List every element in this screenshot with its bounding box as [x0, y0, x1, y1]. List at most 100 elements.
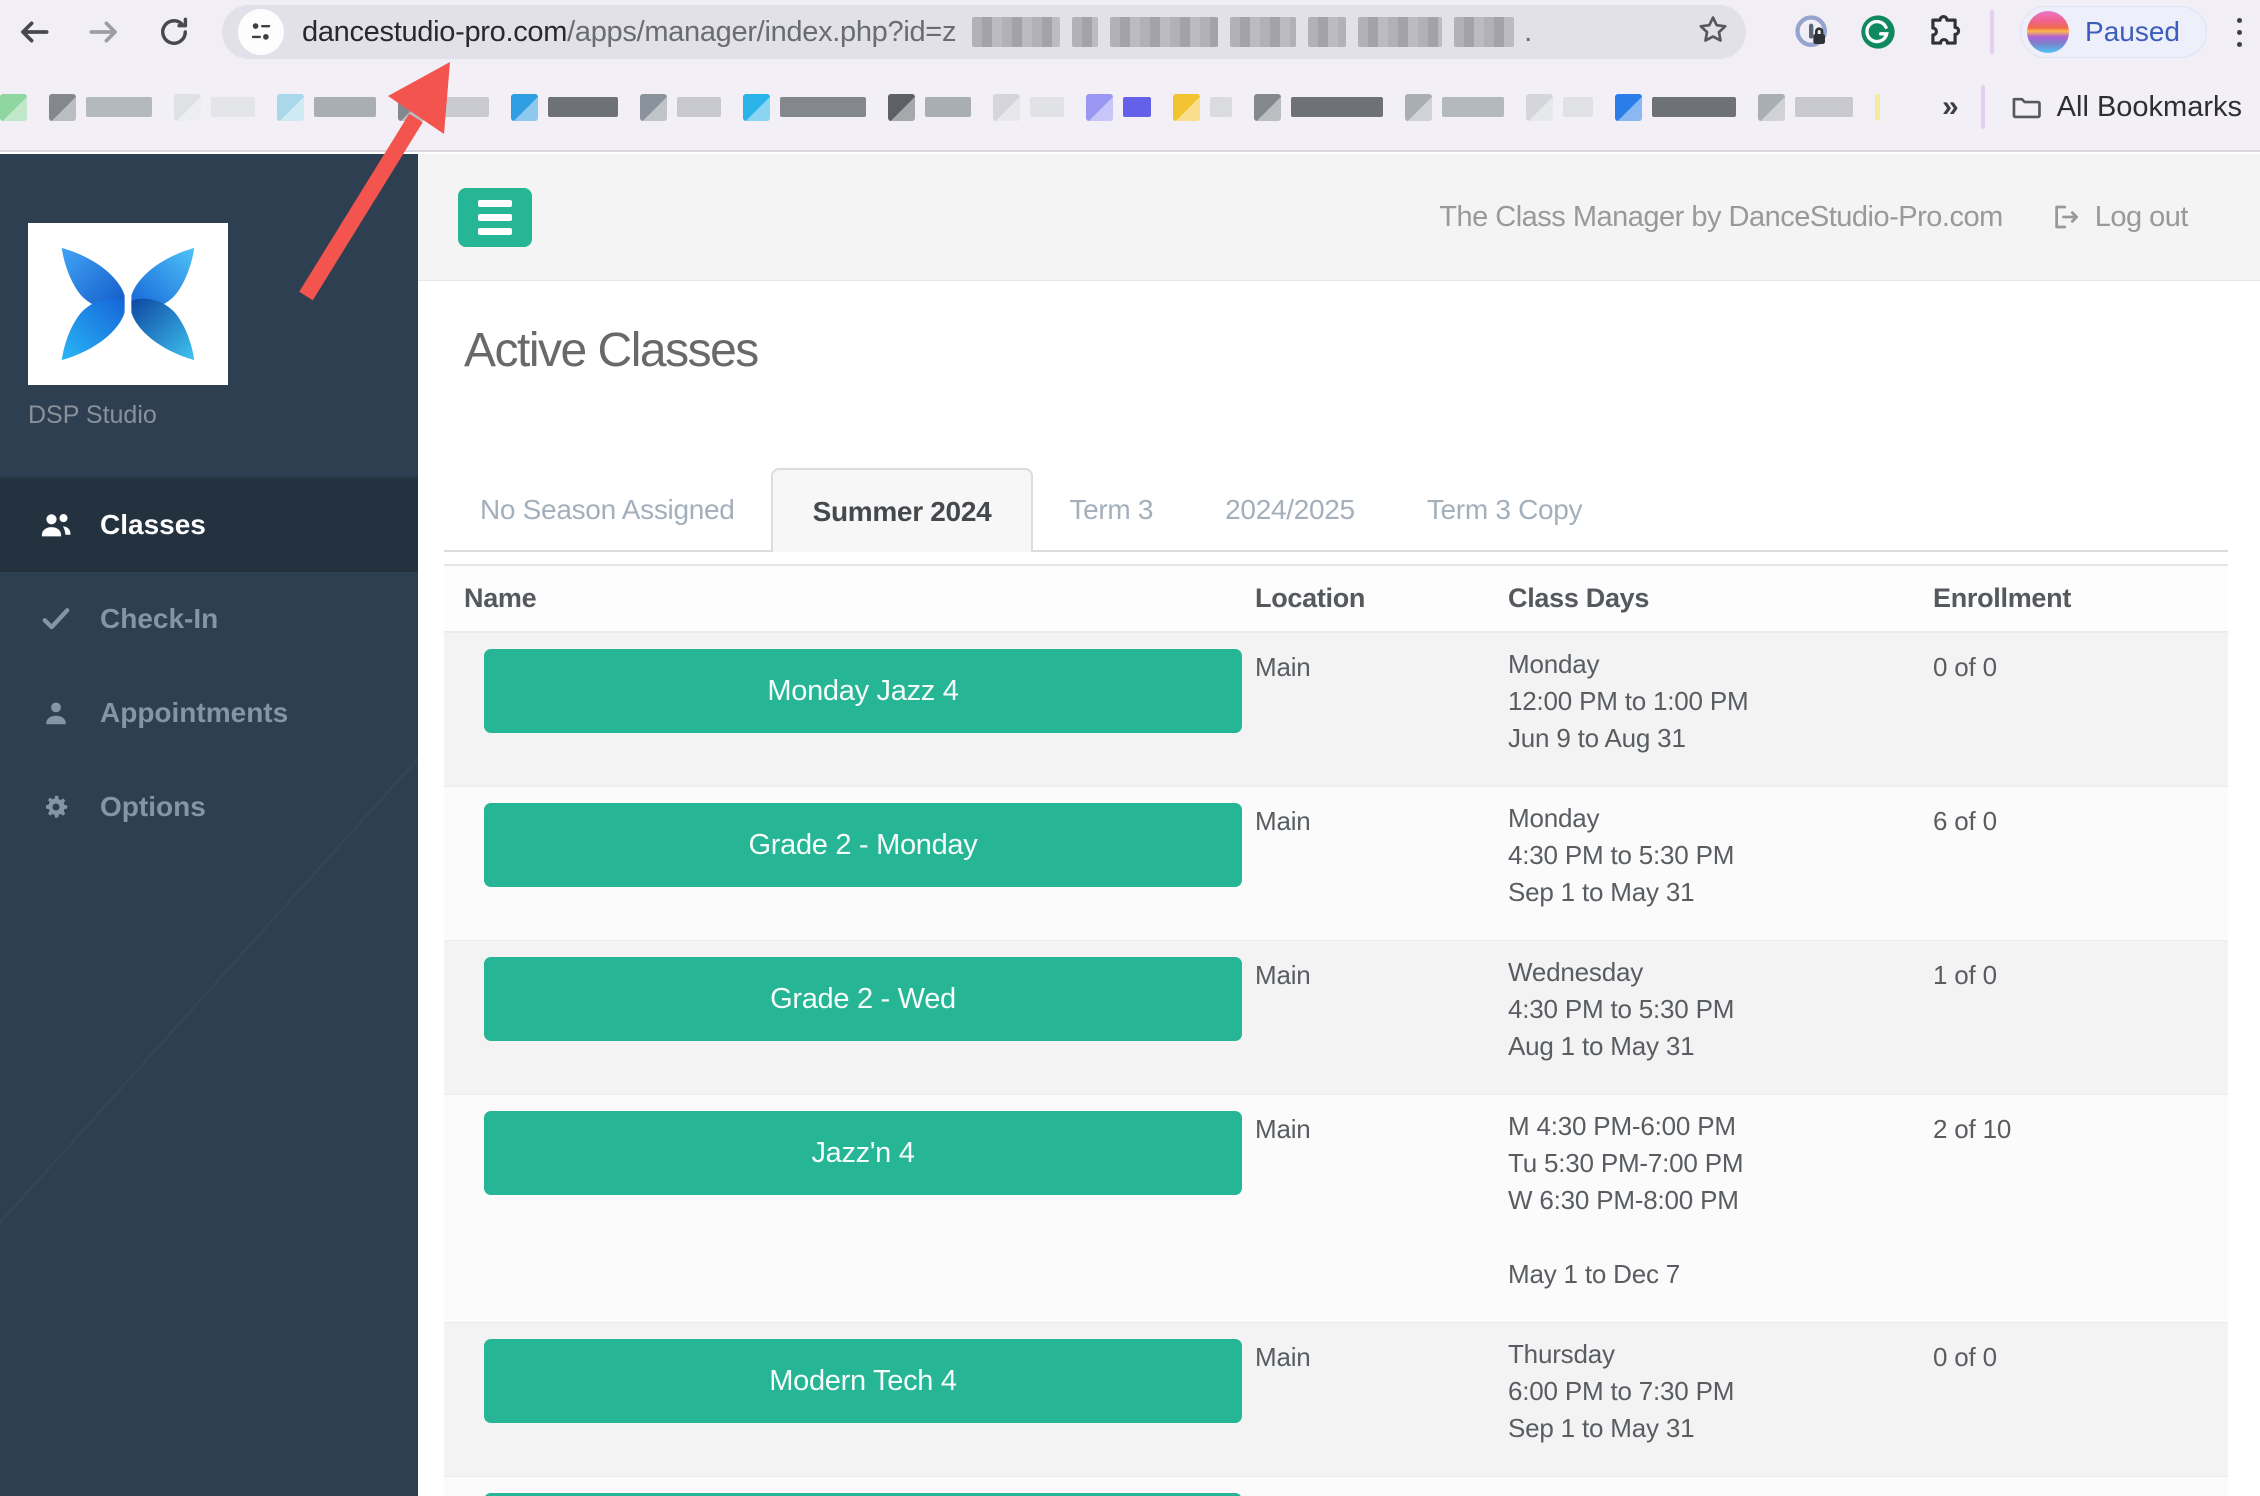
bookmark-favicon — [888, 93, 915, 121]
col-enrollment: Enrollment — [1933, 583, 2072, 613]
class-button-monday-jazz-4[interactable]: Monday Jazz 4 — [484, 649, 1242, 733]
page-title: Active Classes — [464, 324, 759, 377]
bookmark-item-redacted[interactable] — [277, 93, 376, 121]
class-days-cell: Wednesday 4:30 PM to 5:30 PM Aug 1 to May … — [1490, 957, 1915, 1068]
tab-term-3-copy[interactable]: Term 3 Copy — [1391, 494, 1618, 550]
browser-menu-kebab-icon[interactable] — [2233, 14, 2246, 51]
bookmark-favicon — [1254, 93, 1281, 121]
bookmark-label-redacted — [435, 97, 489, 117]
bookmark-favicon — [743, 93, 770, 121]
class-day-line: Sep 1 to May 31 — [1508, 1413, 1695, 1443]
bookmark-item-redacted[interactable] — [398, 93, 489, 121]
table-row: Jazz'n 4 Main M 4:30 PM-6:00 PM Tu 5:30 P… — [444, 1094, 2228, 1322]
class-day-line: 12:00 PM to 1:00 PM — [1508, 686, 1749, 716]
url-bar[interactable]: dancestudio-pro.com/apps/manager/index.p… — [222, 5, 1746, 59]
url-blur-chunk — [972, 17, 1061, 47]
bookmark-item-redacted[interactable] — [888, 93, 971, 121]
bookmark-item-redacted[interactable] — [1875, 93, 1880, 121]
bookmark-favicon — [993, 93, 1020, 121]
app-title: The Class Manager by DanceStudio-Pro.com — [1439, 200, 2003, 233]
bookmark-item-redacted[interactable] — [1086, 93, 1151, 121]
class-day-line: Thursday — [1508, 1339, 1615, 1369]
bookmark-item-redacted[interactable] — [0, 93, 27, 121]
sidebar-nav: Classes Check-In Appointments Options — [0, 478, 418, 854]
browser-profile-chip[interactable]: Paused — [2020, 6, 2207, 58]
reload-icon[interactable] — [146, 4, 202, 60]
sidebar-item-check-in[interactable]: Check-In — [0, 572, 418, 666]
url-blur-chunk — [1230, 17, 1297, 47]
col-name: Name — [464, 583, 537, 613]
class-day-line — [1508, 1222, 1915, 1259]
extensions-puzzle-icon[interactable] — [1924, 12, 1964, 52]
class-days-cell: Thursday 6:00 PM to 7:30 PM Sep 1 to May 3… — [1490, 1339, 1915, 1450]
url-domain: dancestudio-pro.com — [302, 15, 568, 48]
url-blur-chunk — [1308, 17, 1347, 47]
bookmark-favicon — [174, 93, 201, 121]
bookmark-label-redacted — [211, 97, 255, 117]
class-day-line: Wednesday — [1508, 957, 1644, 987]
tab-term-3[interactable]: Term 3 — [1033, 494, 1189, 550]
bookmark-item-redacted[interactable] — [743, 93, 866, 121]
class-button-jazz-n-4[interactable]: Jazz'n 4 — [484, 1111, 1242, 1195]
bookmark-label-redacted — [925, 97, 971, 117]
enrollment-cell: 2 of 10 — [1933, 1114, 2012, 1144]
bookmarks-divider — [1980, 85, 1985, 129]
enrollment-cell: 6 of 0 — [1933, 806, 1997, 836]
sidebar-item-classes[interactable]: Classes — [0, 478, 418, 572]
tab-2024-2025[interactable]: 2024/2025 — [1189, 494, 1391, 550]
table-row: Grade 2 - Wed Main Wednesday 4:30 PM to 5… — [444, 940, 2228, 1094]
all-bookmarks-button[interactable]: All Bookmarks — [2009, 90, 2242, 124]
class-day-line: Monday — [1508, 649, 1600, 679]
bookmark-star-icon[interactable] — [1696, 13, 1730, 52]
bookmark-item-redacted[interactable] — [1615, 93, 1736, 121]
extensions-area: Paused — [1792, 0, 2260, 64]
table-row: Tap 05 Costume Test Main Thursday6:30 PM… — [444, 1476, 2228, 1496]
class-button-grade-2-wed[interactable]: Grade 2 - Wed — [484, 957, 1242, 1041]
bookmark-favicon — [640, 93, 667, 121]
back-icon[interactable] — [6, 4, 62, 60]
url-blur-chunk — [1358, 17, 1443, 47]
bookmark-item-redacted[interactable] — [174, 93, 255, 121]
bookmark-item-redacted[interactable] — [1173, 93, 1232, 121]
bookmark-item-redacted[interactable] — [1405, 93, 1504, 121]
bookmark-label-redacted — [86, 97, 152, 117]
bookmark-item-redacted[interactable] — [49, 93, 152, 121]
bookmark-item-redacted[interactable] — [640, 93, 721, 121]
forward-icon[interactable] — [76, 4, 132, 60]
location-cell: Main — [1255, 806, 1311, 836]
bookmarks-bar: » All Bookmarks — [0, 64, 2260, 152]
class-day-line: Jun 9 to Aug 31 — [1508, 723, 1686, 753]
bookmark-item-redacted[interactable] — [1526, 93, 1593, 121]
location-cell: Main — [1255, 960, 1311, 990]
profile-avatar — [2027, 11, 2070, 53]
class-button-grade-2-monday[interactable]: Grade 2 - Monday — [484, 803, 1242, 887]
class-day-line: Sep 1 to May 31 — [1508, 877, 1695, 907]
sidebar-item-appointments[interactable]: Appointments — [0, 666, 418, 760]
tab-summer-2024[interactable]: Summer 2024 — [770, 468, 1034, 552]
table-row: Grade 2 - Monday Main Monday 4:30 PM to 5… — [444, 786, 2228, 940]
toolbar-divider — [1990, 10, 1995, 54]
password-manager-icon[interactable] — [1792, 12, 1832, 52]
grammarly-icon[interactable] — [1858, 12, 1898, 52]
hamburger-menu-button[interactable] — [458, 187, 532, 247]
bookmark-item-redacted[interactable] — [511, 93, 618, 121]
bookmark-favicon — [1405, 93, 1432, 121]
tab-no-season-assigned[interactable]: No Season Assigned — [444, 494, 771, 550]
bookmark-favicon — [511, 93, 538, 121]
site-settings-tune-icon[interactable] — [238, 9, 284, 55]
bookmark-favicon — [398, 93, 425, 121]
class-days-cell: Monday 12:00 PM to 1:00 PM Jun 9 to Aug 31 — [1490, 649, 1915, 760]
url-trailing: . — [1524, 15, 1533, 48]
bookmark-favicon — [1615, 93, 1642, 121]
bookmark-favicon — [1086, 93, 1113, 121]
bookmark-label-redacted — [1652, 97, 1736, 117]
overflow-chevrons-icon[interactable]: » — [1942, 90, 1959, 124]
logout-button[interactable]: Log out — [2051, 201, 2189, 234]
bookmark-item-redacted[interactable] — [1254, 93, 1383, 121]
bookmark-item-redacted[interactable] — [993, 93, 1064, 121]
bookmark-favicon — [1758, 93, 1785, 121]
class-button-modern-tech-4[interactable]: Modern Tech 4 — [484, 1339, 1242, 1423]
bookmark-item-redacted[interactable] — [1758, 93, 1853, 121]
url-redacted-blur — [960, 15, 1515, 49]
bookmark-label-redacted — [1030, 97, 1064, 117]
